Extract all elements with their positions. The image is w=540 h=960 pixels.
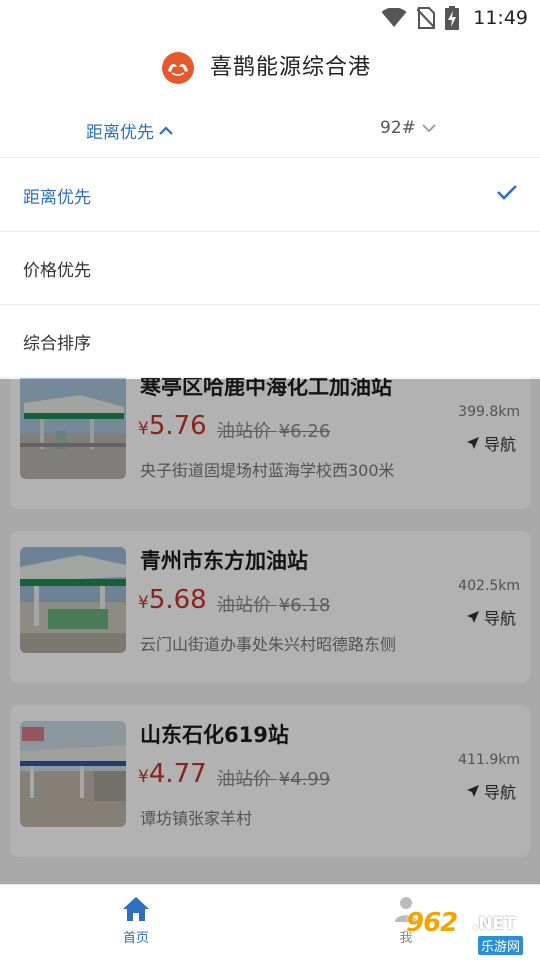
- sort-option-overall[interactable]: 综合排序: [0, 305, 540, 378]
- watermark-domain: .NET: [472, 914, 516, 934]
- fuel-type-filter-button[interactable]: 92#: [380, 118, 437, 138]
- nav-home-label: 首页: [122, 931, 149, 946]
- battery-charging-icon: [445, 6, 460, 30]
- no-sim-icon: [417, 7, 436, 29]
- fuel-type-label: 92#: [380, 118, 416, 138]
- home-icon: [123, 897, 149, 921]
- sort-filter-label: 距离优先: [86, 123, 154, 143]
- dropdown-backdrop[interactable]: [0, 379, 540, 884]
- filter-bar: 距离优先 92#: [0, 104, 540, 158]
- app-title: 喜鹊能源综合港: [210, 55, 372, 80]
- sort-option-label: 价格优先: [23, 260, 91, 281]
- check-icon: [497, 185, 517, 200]
- status-time: 11:49: [473, 7, 528, 29]
- sort-dropdown-menu: 距离优先 价格优先 综合排序: [0, 159, 540, 378]
- sort-option-label: 综合排序: [23, 333, 91, 354]
- sort-filter-button[interactable]: 距离优先: [86, 118, 174, 143]
- chevron-down-icon: [422, 124, 436, 133]
- status-bar: 11:49: [0, 0, 540, 36]
- chevron-up-icon: [159, 125, 173, 135]
- wifi-icon: [381, 8, 407, 27]
- site-watermark: 962 .NET 乐游网: [400, 908, 536, 956]
- app-header: 喜鹊能源综合港: [0, 36, 540, 104]
- watermark-number: 962: [406, 908, 458, 938]
- watermark-site-name: 乐游网: [478, 936, 524, 955]
- sort-option-label: 距离优先: [23, 187, 91, 208]
- status-icons: 11:49: [381, 4, 528, 32]
- sort-option-distance[interactable]: 距离优先: [0, 159, 540, 232]
- sort-option-price[interactable]: 价格优先: [0, 232, 540, 305]
- magpie-logo-icon: [162, 52, 194, 84]
- nav-home-tab[interactable]: 首页: [106, 895, 166, 946]
